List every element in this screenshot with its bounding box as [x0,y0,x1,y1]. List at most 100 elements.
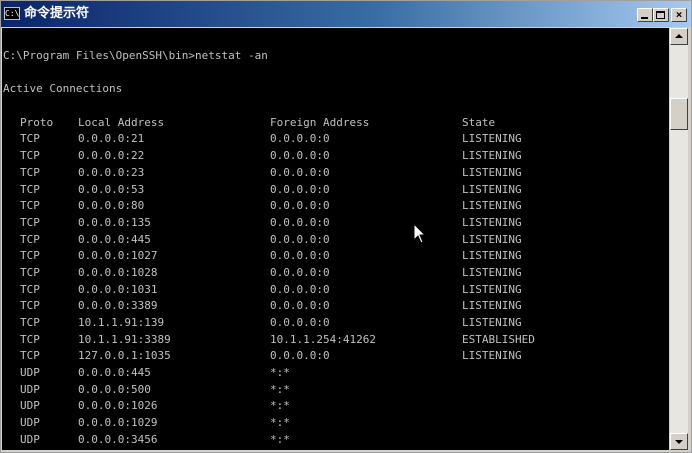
cell-proto: TCP [20,316,40,329]
cell-foreign-address: *:* [270,366,290,380]
close-icon: × [675,8,683,21]
cell-foreign-address: 10.1.1.254:41262 [270,332,376,346]
cell-proto: TCP [20,132,40,146]
header-state: State [462,115,496,129]
cell-local-address: 127.0.0.1:1035 [78,349,171,363]
minimize-icon [641,17,648,19]
scroll-down-button[interactable] [670,433,688,450]
cell-foreign-address: 0.0.0.0:0 [270,316,330,329]
cell-foreign-address: 0.0.0.0:0 [270,215,330,229]
cell-proto: UDP [20,366,40,380]
connection-row: UDP 0.0.0.0:445 *:* [3,365,290,382]
scroll-up-button[interactable] [670,28,688,45]
console-text: C:\Program Files\OpenSSH\bin>netstat -an… [3,48,535,449]
connection-row: TCP 0.0.0.0:53 0.0.0.0:0 LISTENING [3,182,522,199]
cell-proto: TCP [20,232,40,246]
cell-foreign-address: 0.0.0.0:0 [270,199,330,213]
cell-local-address: 0.0.0.0:135 [78,215,151,229]
cell-state: LISTENING [462,349,522,363]
cell-proto: TCP [20,199,40,213]
title-bar[interactable]: C:\ 命令提示符 × [1,1,691,27]
cell-state: LISTENING [462,215,522,229]
cell-proto: UDP [20,416,40,430]
connection-row: TCP 0.0.0.0:1028 0.0.0.0:0 LISTENING [3,265,522,282]
cell-local-address: 0.0.0.0:22 [78,149,145,163]
cell-local-address: 0.0.0.0:80 [78,199,145,213]
cell-local-address: 0.0.0.0:445 [78,232,151,246]
cell-proto: TCP [20,282,40,296]
maximize-button[interactable] [653,8,669,22]
cell-foreign-address: 0.0.0.0:0 [270,149,330,163]
cell-state: LISTENING [462,199,522,213]
cell-proto: UDP [20,399,40,413]
cell-state: LISTENING [462,265,522,279]
cell-state: LISTENING [462,165,522,179]
cell-local-address: 0.0.0.0:53 [78,182,145,196]
cell-proto: TCP [20,265,40,279]
mouse-pointer-icon [413,223,427,244]
cell-foreign-address: 0.0.0.0:0 [270,265,330,279]
cell-state: LISTENING [462,299,522,313]
console-app-icon[interactable]: C:\ [4,7,20,20]
cell-local-address: 10.1.1.91:139 [78,316,165,329]
connection-row: UDP 0.0.0.0:3456 *:* [3,432,290,449]
cell-local-address: 0.0.0.0:23 [78,165,145,179]
cell-proto: TCP [20,149,40,163]
cell-local-address: 10.1.1.91:3389 [78,332,171,346]
connection-row: TCP 0.0.0.0:3389 0.0.0.0:0 LISTENING [3,298,522,315]
cell-foreign-address: 0.0.0.0:0 [270,232,330,246]
scrollbar-thumb[interactable] [670,98,688,130]
cell-foreign-address: 0.0.0.0:0 [270,349,330,363]
cell-local-address: 0.0.0.0:3456 [78,432,158,446]
scroll-up-icon [675,34,683,38]
close-button[interactable]: × [671,8,687,22]
vertical-scrollbar[interactable] [670,28,688,450]
scroll-down-icon [675,440,683,444]
cell-local-address: 0.0.0.0:445 [78,366,151,380]
cell-state: LISTENING [462,282,522,296]
cell-state: LISTENING [462,232,522,246]
cell-foreign-address: *:* [270,432,290,446]
connection-row: TCP 0.0.0.0:1027 0.0.0.0:0 LISTENING [3,248,522,265]
connection-row: TCP 0.0.0.0:23 0.0.0.0:0 LISTENING [3,165,522,182]
cell-state: LISTENING [462,316,522,329]
cell-state: LISTENING [462,132,522,146]
connection-row: TCP 0.0.0.0:21 0.0.0.0:0 LISTENING [3,131,522,148]
maximize-icon [656,11,665,19]
connection-row: TCP 0.0.0.0:22 0.0.0.0:0 LISTENING [3,148,522,165]
cell-proto: UDP [20,432,40,446]
cell-local-address: 0.0.0.0:1031 [78,282,158,296]
table-header: Proto Local Address Foreign Address State [3,115,495,132]
cell-state: LISTENING [462,182,522,196]
cell-local-address: 0.0.0.0:21 [78,132,145,146]
connection-row: TCP 10.1.1.91:3389 10.1.1.254:41262 ESTABLI… [3,332,535,349]
minimize-button[interactable] [637,8,653,22]
cell-proto: TCP [20,299,40,313]
cell-local-address: 0.0.0.0:500 [78,382,151,396]
cell-foreign-address: 0.0.0.0:0 [270,299,330,313]
connection-row: TCP 0.0.0.0:80 0.0.0.0:0 LISTENING [3,198,522,215]
cell-local-address: 0.0.0.0:1026 [78,399,158,413]
command-line: C:\Program Files\OpenSSH\bin>netstat -an [3,49,268,62]
connection-rows: TCP 0.0.0.0:21 0.0.0.0:0 LISTENING TCP 0.0.0.… [3,131,535,449]
header-foreign-address: Foreign Address [270,115,370,129]
window-title: 命令提示符 [24,6,90,21]
connection-row: TCP 0.0.0.0:135 0.0.0.0:0 LISTENING [3,215,522,232]
connection-row: UDP 0.0.0.0:1029 *:* [3,415,290,432]
console-output-area[interactable]: C:\Program Files\OpenSSH\bin>netstat -an… [2,28,669,450]
cell-foreign-address: 0.0.0.0:0 [270,249,330,263]
cell-state: LISTENING [462,249,522,263]
cell-proto: TCP [20,249,40,263]
cell-foreign-address: *:* [270,416,290,430]
connection-row: TCP 0.0.0.0:1031 0.0.0.0:0 LISTENING [3,282,522,299]
cell-local-address: 0.0.0.0:3389 [78,299,158,313]
cell-state: ESTABLISHED [462,332,535,346]
connection-row: UDP 0.0.0.0:1026 *:* [3,398,290,415]
header-local-address: Local Address [78,115,165,129]
cell-foreign-address: 0.0.0.0:0 [270,182,330,196]
connection-row: UDP 0.0.0.0:500 *:* [3,382,290,399]
cell-local-address: 0.0.0.0:1028 [78,265,158,279]
connection-row: TCP 0.0.0.0:445 0.0.0.0:0 LISTENING [3,232,522,249]
